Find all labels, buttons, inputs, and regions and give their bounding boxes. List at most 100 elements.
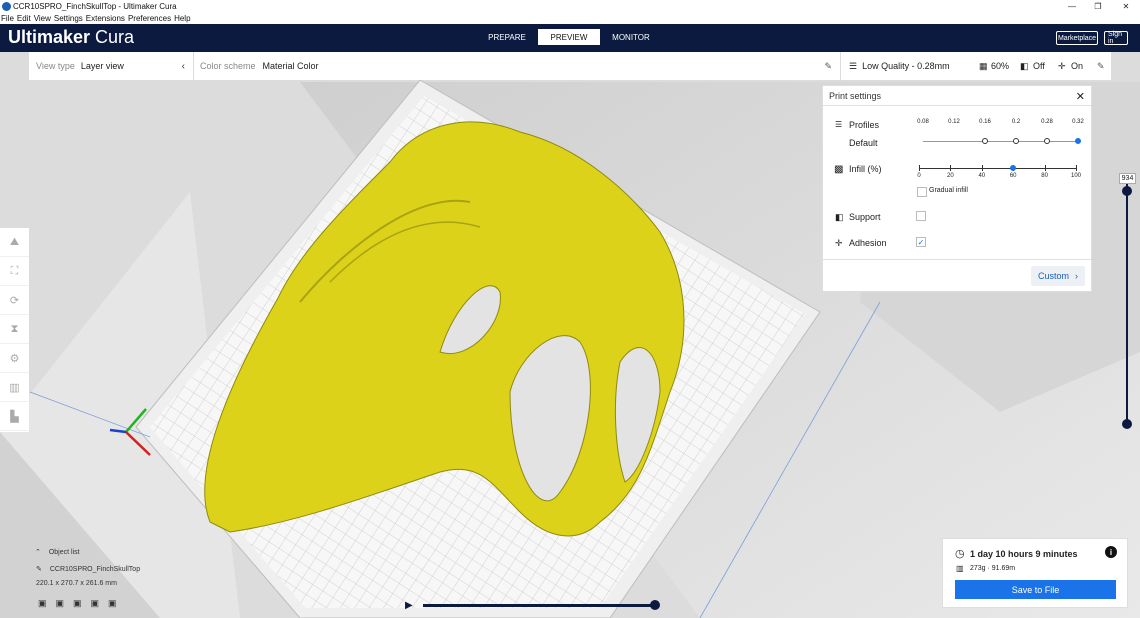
menu-edit[interactable]: Edit [17,14,31,23]
profile-default-label: Default [849,138,878,148]
close-window-button[interactable]: ✕ [1112,0,1140,13]
view-type-panel[interactable]: View type Layer view ‹ [29,52,193,80]
adhesion-label: Adhesion [849,238,887,248]
support-icon: ◧ [1020,60,1029,71]
profile-tick-label: 0.16 [979,119,991,125]
infill-value: 60% [991,61,1010,71]
adhesion-checkbox[interactable]: ✓ [916,237,926,247]
profile-slider-dot[interactable] [1044,138,1050,144]
view-type-value: Layer view [80,61,124,71]
info-icon[interactable]: i [1105,546,1117,558]
profile-icon: ☰ [849,60,858,71]
infill-tick-mark [919,165,920,171]
chevron-left-icon[interactable]: ‹ [182,61,185,72]
layer-slider-bottom-handle[interactable] [1122,419,1132,429]
play-icon[interactable]: ▶ [405,600,413,611]
profile-tick-label: 0.12 [948,119,960,125]
close-icon[interactable]: ✕ [1076,90,1085,103]
print-time: 1 day 10 hours 9 minutes [970,549,1078,559]
brand-logo: Ultimaker Cura [8,27,135,47]
sign-in-button[interactable]: Sign in [1104,31,1128,45]
infill-icon: ▦ [979,60,988,71]
profile-tick-label: 0.08 [917,119,929,125]
infill-tick-mark [950,165,952,171]
layer-slider-track[interactable] [1126,180,1128,425]
menu-preferences[interactable]: Preferences [128,14,171,23]
profile-slider-dot[interactable] [1075,138,1081,144]
infill-slider-track[interactable] [919,168,1076,169]
support-blocker-icon[interactable]: ▥ [0,373,29,402]
support-icon: ◧ [835,212,844,222]
title-bar: CCR10SPRO_FinchSkullTop - Ultimaker Cura… [0,0,1140,13]
infill-tick-label: 0 [917,173,921,179]
custom-button[interactable]: Custom › [1031,266,1085,286]
profile-tick-label: 0.32 [1072,119,1084,125]
left-toolbar: ⛰ ⛶ ⟳ ⧗ ⚙ ▥ ▙ [0,228,29,432]
scale-tool-icon[interactable]: ⛶ [0,257,29,286]
edit-pencil-icon[interactable]: ✎ [824,61,832,72]
object-list-toggle[interactable]: ⌃ Object list [35,548,80,556]
support-checkbox[interactable] [916,211,926,221]
gradual-infill-checkbox[interactable] [917,187,927,197]
infill-slider-thumb[interactable] [1010,165,1017,171]
support-value: Off [1033,61,1045,71]
save-to-file-button[interactable]: Save to File [955,580,1116,599]
profile-tick-label: 0.2 [1011,119,1021,125]
tab-monitor[interactable]: MONITOR [600,29,662,45]
color-scheme-panel[interactable]: Color scheme Material Color ✎ [194,52,840,80]
profile-slider-dot[interactable] [1013,138,1019,144]
window-title: CCR10SPRO_FinchSkullTop - Ultimaker Cura [13,2,177,11]
print-info-panel: ◷ 1 day 10 hours 9 minutes i ▥ 273g · 91… [942,538,1128,608]
layer-number-input[interactable]: 934 [1119,173,1136,184]
cura-app-icon [2,2,11,11]
camera-view-buttons[interactable]: ▣▣▣▣▣ [38,598,126,609]
infill-tick-label: 20 [947,173,954,179]
marketplace-button[interactable]: Marketplace [1056,31,1098,45]
lay-flat-icon[interactable]: ▙ [0,402,29,431]
view-type-label: View type [36,61,75,71]
profile-tick-label: 0.28 [1041,119,1053,125]
layer-slider-top-handle[interactable] [1122,186,1132,196]
minimize-button[interactable]: — [1058,0,1086,13]
adhesion-icon: ✛ [835,238,843,248]
menu-file[interactable]: File [1,14,14,23]
support-label: Support [849,212,881,222]
menu-extensions[interactable]: Extensions [86,14,125,23]
menu-view[interactable]: View [34,14,51,23]
infill-tick-label: 60 [1009,173,1017,179]
menu-bar: File Edit View Settings Extensions Prefe… [0,13,1140,24]
restore-button[interactable]: ❐ [1084,0,1112,13]
tab-prepare[interactable]: PREPARE [476,29,538,45]
move-tool-icon[interactable]: ⛰ [0,228,29,257]
settings-pencil-icon[interactable]: ✎ [1097,61,1105,72]
tab-preview[interactable]: PREVIEW [538,29,600,45]
print-settings-title: Print settings [823,86,1091,106]
infill-label: Infill (%) [849,164,882,174]
color-scheme-value: Material Color [262,61,319,71]
app-header: Ultimaker Cura PREPARE PREVIEW MONITOR M… [0,24,1140,52]
clock-icon: ◷ [955,548,965,560]
per-model-settings-icon[interactable]: ⚙ [0,344,29,373]
rotate-tool-icon[interactable]: ⟳ [0,286,29,315]
simulation-track[interactable] [423,604,655,607]
divider [823,259,1091,260]
quick-settings-bar[interactable]: ☰ Low Quality - 0.28mm ▦ 60% ◧ Off ✛ On … [841,52,1111,80]
infill-grid-icon: ▩ [834,164,844,175]
profiles-icon: ☰ [835,120,843,129]
simulation-handle[interactable] [650,600,660,610]
mirror-tool-icon[interactable]: ⧗ [0,315,29,344]
pencil-icon: ✎ [36,566,42,573]
menu-settings[interactable]: Settings [54,14,83,23]
spool-icon: ▥ [956,564,964,573]
infill-tick-label: 40 [978,173,986,179]
adhesion-icon: ✛ [1058,60,1066,71]
infill-tick-mark [1076,165,1077,171]
menu-help[interactable]: Help [174,14,190,23]
adhesion-value: On [1071,61,1084,71]
object-list-item[interactable]: ✎ CCR10SPRO_FinchSkullTop [36,565,140,573]
color-scheme-label: Color scheme [200,61,256,71]
material-usage: 273g · 91.69m [970,565,1016,572]
profile-slider-dot[interactable] [982,138,988,144]
profile-slider-track[interactable] [923,141,1077,142]
object-dimensions: 220.1 x 270.7 x 261.6 mm [36,580,117,587]
